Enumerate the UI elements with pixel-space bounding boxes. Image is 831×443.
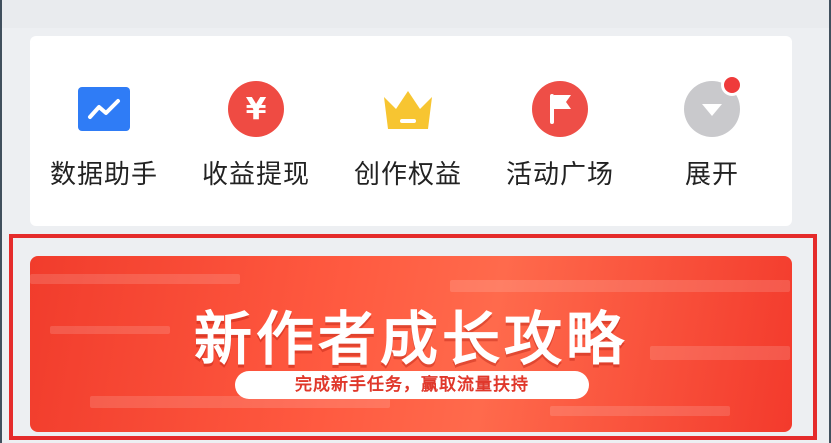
chevron-down-icon bbox=[683, 74, 743, 138]
flag-icon bbox=[531, 80, 589, 138]
tool-label: 数据助手 bbox=[49, 160, 158, 190]
tool-label: 活动广场 bbox=[505, 160, 614, 190]
screen: 数据助手 ¥ 收益提现 创作权益 活动广场 展开 新作者成长攻略 完成新手任务，… bbox=[0, 0, 831, 443]
crown-icon bbox=[379, 80, 437, 138]
tool-activity-square[interactable]: 活动广场 bbox=[496, 80, 624, 200]
yen-icon: ¥ bbox=[227, 80, 285, 138]
top-background bbox=[0, 0, 831, 28]
tool-expand[interactable]: 展开 bbox=[648, 74, 776, 200]
tool-creator-rights[interactable]: 创作权益 bbox=[344, 80, 472, 200]
tool-label: 创作权益 bbox=[353, 160, 462, 190]
left-edge bbox=[0, 0, 2, 443]
tool-data-assistant[interactable]: 数据助手 bbox=[40, 80, 168, 200]
highlight-frame bbox=[9, 234, 817, 440]
tools-card: 数据助手 ¥ 收益提现 创作权益 活动广场 展开 bbox=[30, 36, 792, 226]
chart-trend-icon bbox=[75, 80, 133, 138]
notification-dot bbox=[721, 74, 743, 96]
svg-text:¥: ¥ bbox=[246, 92, 267, 127]
tool-label: 展开 bbox=[684, 160, 739, 190]
tool-label: 收益提现 bbox=[201, 160, 310, 190]
tool-earnings-withdraw[interactable]: ¥ 收益提现 bbox=[192, 80, 320, 200]
